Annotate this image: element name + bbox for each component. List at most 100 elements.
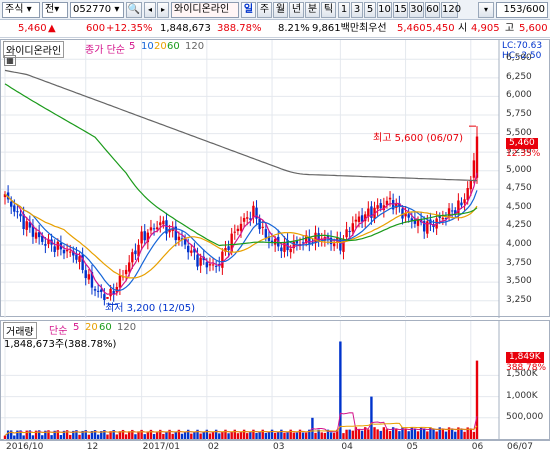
- up-arrow-icon: ▲: [48, 23, 56, 34]
- candle-body-83: [261, 226, 264, 228]
- prev-button[interactable]: ◂: [144, 2, 156, 18]
- volume-bar-48: [152, 434, 156, 439]
- candle-body-149: [466, 188, 469, 200]
- candle-body-124: [388, 197, 392, 200]
- price-chart[interactable]: [1, 40, 550, 318]
- volume-bar-118: [370, 396, 373, 439]
- candle-body-121: [379, 203, 382, 209]
- period-button-2[interactable]: 월: [273, 2, 288, 18]
- volume-bar-88: [277, 432, 280, 439]
- volume-bar-64: [202, 431, 205, 439]
- volume-bar-81: [255, 433, 258, 439]
- volume-bar-96: [301, 432, 305, 439]
- candle-body-29: [93, 289, 97, 291]
- high-annotation: 최고 5,600 (06/07): [373, 133, 464, 144]
- volume-bar-18: [59, 435, 63, 439]
- volume-bar-100: [314, 432, 317, 439]
- volume-bar-106: [332, 433, 336, 439]
- candle-body-37: [118, 275, 122, 288]
- candle-body-65: [205, 262, 209, 268]
- minute-dropdown-icon[interactable]: ▾: [478, 2, 494, 18]
- candle-body-87: [273, 239, 277, 245]
- high-label: 고: [505, 23, 515, 34]
- candle-body-7: [25, 221, 28, 230]
- volume-bar-85: [267, 432, 271, 439]
- volume-pct-tag: 388.78%: [506, 363, 547, 373]
- period-button-3[interactable]: 년: [289, 2, 304, 18]
- candle-body-77: [242, 217, 246, 222]
- vol-ma-legend-5: 5: [73, 322, 80, 333]
- volume-bar-110: [345, 429, 348, 439]
- candle-body-112: [351, 223, 354, 232]
- count-field[interactable]: 153/600: [496, 2, 548, 18]
- lc-value: LC:70.63: [502, 41, 543, 51]
- volume-bar-42: [134, 434, 137, 439]
- volume-bar-79: [249, 432, 252, 439]
- volume-bar-87: [273, 432, 277, 439]
- minute-button-3[interactable]: 3: [351, 2, 363, 18]
- period-button-5[interactable]: 틱: [321, 2, 336, 18]
- price-tick-6: 5,000: [506, 164, 532, 175]
- volume-chart-pane[interactable]: 거래량 단순 5 20 60 120 1,848,673주(388.78%) 1,50…: [0, 320, 550, 441]
- minute-button-5[interactable]: 5: [364, 2, 376, 18]
- candle-body-39: [124, 269, 128, 275]
- candle-body-80: [252, 205, 255, 218]
- volume-bar-55: [174, 431, 177, 439]
- price-tick-2: 6,000: [506, 90, 532, 101]
- price-tick-8: 4,500: [506, 201, 532, 212]
- grid-toggle-icon[interactable]: ▦: [4, 55, 16, 66]
- candle-body-117: [367, 208, 370, 217]
- volume-bar-91: [286, 432, 289, 439]
- period-button-4[interactable]: 분: [305, 2, 320, 18]
- minute-button-120[interactable]: 120: [441, 2, 461, 18]
- volume-bar-30: [96, 434, 100, 439]
- volume-bar-139: [435, 431, 438, 439]
- volume-bar-3: [13, 435, 16, 439]
- period-button-1[interactable]: 주: [257, 2, 272, 18]
- volume-bar-36: [115, 434, 118, 439]
- minute-button-30[interactable]: 30: [409, 2, 424, 18]
- volume-bar-102: [320, 432, 323, 439]
- candle-body-24: [78, 256, 81, 262]
- volume-bar-15: [50, 435, 53, 439]
- market-select[interactable]: 주식 ▾: [2, 2, 40, 18]
- candle-body-150: [469, 179, 472, 190]
- candle-body-147: [460, 202, 463, 206]
- candle-body-141: [441, 217, 445, 220]
- minute-button-1[interactable]: 1: [338, 2, 350, 18]
- candle-body-4: [16, 211, 19, 213]
- candle-body-23: [75, 254, 78, 260]
- current-price-tag: 5,460: [506, 138, 538, 149]
- volume-bar-94: [295, 432, 299, 439]
- period-button-0[interactable]: 일: [241, 2, 256, 18]
- candle-body-76: [239, 223, 243, 231]
- vol-ma-legend-60: 60: [99, 322, 112, 333]
- x-label-0: 2016/10: [6, 442, 44, 452]
- candle-body-92: [289, 248, 292, 253]
- candle-body-26: [84, 270, 87, 279]
- volume-bar-151: [472, 431, 476, 439]
- volume-bar-76: [239, 432, 243, 439]
- minute-button-15[interactable]: 15: [393, 2, 408, 18]
- candle-body-100: [314, 232, 317, 244]
- x-label-current: 06/07: [507, 442, 533, 452]
- volume-bar-69: [218, 433, 221, 439]
- next-button[interactable]: ▸: [157, 2, 169, 18]
- volume-bar-12: [41, 435, 44, 439]
- x-label-6: 05: [406, 442, 419, 452]
- stock-name-field: 와이디온라인: [171, 2, 239, 18]
- search-icon: 🔍: [127, 4, 141, 15]
- bid-value: 5,460: [397, 23, 426, 34]
- candle-body-16: [53, 246, 56, 252]
- minute-button-60[interactable]: 60: [425, 2, 440, 18]
- volume-bar-70: [221, 431, 224, 439]
- high-value: 5,600: [519, 23, 548, 34]
- search-button[interactable]: 🔍: [126, 2, 142, 18]
- price-tick-0: 6,500: [506, 53, 532, 64]
- stock-code-input[interactable]: 052770 ▾: [70, 2, 124, 18]
- volume-bar-111: [348, 429, 351, 439]
- view-mode-select[interactable]: 전▾: [42, 2, 68, 18]
- minute-button-10[interactable]: 10: [377, 2, 392, 18]
- price-chart-pane[interactable]: 와이디온라인 종가 단순 5 10 20 60 120 ▦ LC:70.63 HC:-2…: [0, 39, 550, 318]
- volume-bar-124: [388, 431, 392, 439]
